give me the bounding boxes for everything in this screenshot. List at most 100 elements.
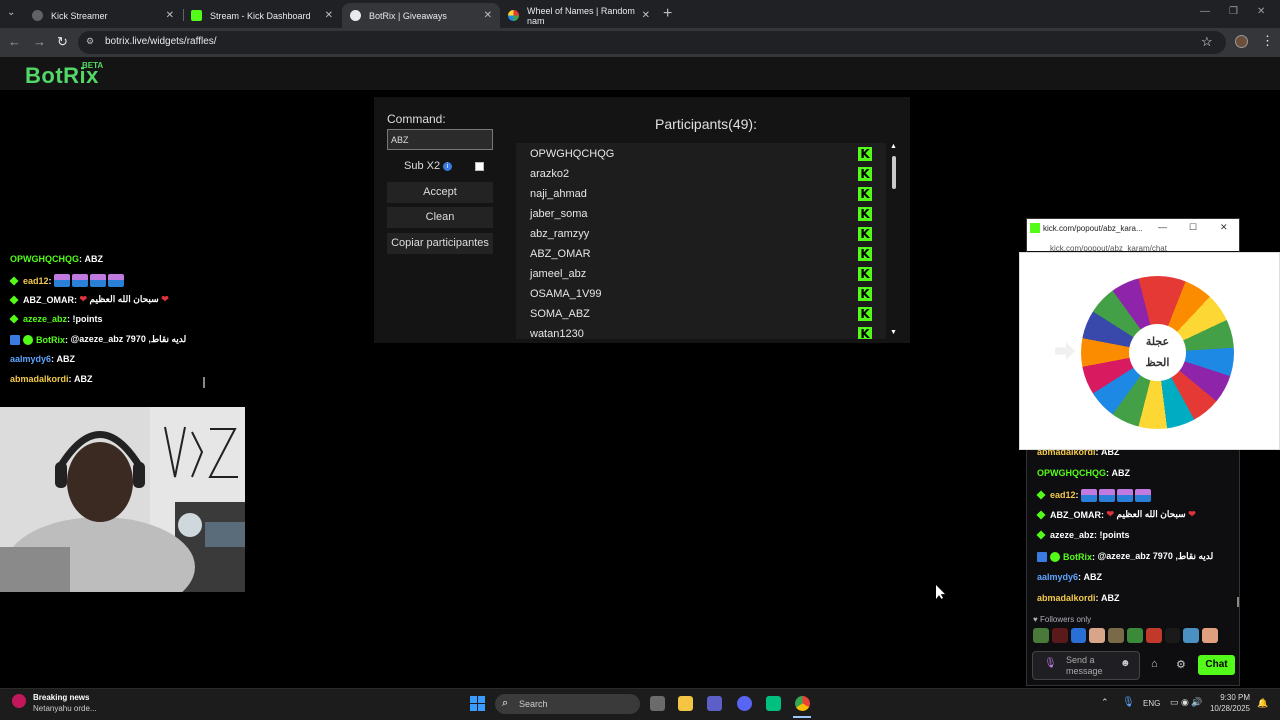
sub-x2-checkbox[interactable]	[475, 162, 484, 171]
emote[interactable]	[1033, 628, 1049, 643]
command-label: Command:	[387, 112, 446, 126]
info-icon[interactable]: i	[443, 162, 452, 171]
notification-bell-icon[interactable]: 🔔	[1257, 698, 1268, 709]
task-view-icon[interactable]	[650, 696, 665, 711]
chat-username[interactable]: ead12	[1050, 490, 1076, 500]
gear-icon[interactable]: ⚙	[1176, 658, 1186, 671]
news-headline[interactable]: Breaking news	[33, 693, 89, 702]
wheel-center[interactable]	[1129, 324, 1186, 381]
copy-participants-button[interactable]: Copiar participantes	[387, 233, 493, 254]
new-tab-plus-icon[interactable]: +	[663, 5, 672, 23]
scrollbar-thumb[interactable]	[892, 156, 896, 189]
emote[interactable]	[1089, 628, 1106, 643]
emote[interactable]	[1202, 628, 1218, 643]
window-close-icon[interactable]: ✕	[1257, 6, 1265, 17]
back-arrow-icon[interactable]: ←	[8, 34, 21, 49]
clock-date[interactable]: 10/28/2025	[1206, 704, 1250, 713]
chat-username[interactable]: ead12	[23, 276, 49, 286]
language-indicator[interactable]: ENG	[1143, 699, 1160, 708]
participant-row[interactable]: naji_ahmad K	[516, 184, 886, 204]
kebab-menu-icon[interactable]: ⋮	[1261, 33, 1274, 49]
accept-button[interactable]: Accept	[387, 182, 493, 203]
participant-row[interactable]: ABZ_OMAR K	[516, 244, 886, 264]
participant-row[interactable]: OPWGHQCHQG K	[516, 144, 886, 164]
microphone-icon[interactable]: 🎙	[1044, 658, 1057, 669]
tab-botrix-giveaways[interactable]: BotRix | Giveaways ✕	[342, 3, 500, 28]
chat-username[interactable]: aalmydy6	[1037, 572, 1078, 582]
windows-start-icon[interactable]	[470, 696, 485, 711]
emote[interactable]	[1126, 628, 1143, 643]
participant-row[interactable]: watan1230 K	[516, 324, 886, 339]
close-icon[interactable]: ✕	[166, 10, 174, 21]
emote[interactable]	[1145, 628, 1162, 643]
news-widget-icon[interactable]	[12, 694, 26, 708]
close-icon[interactable]: ✕	[484, 10, 492, 21]
window-close-icon[interactable]: ✕	[1220, 222, 1228, 233]
emote[interactable]	[1164, 628, 1181, 643]
emote-bar[interactable]	[1033, 628, 1218, 646]
clock-time[interactable]: 9:30 PM	[1220, 693, 1250, 702]
chat-username[interactable]: OPWGHQCHQG	[1037, 468, 1106, 478]
teams-icon[interactable]	[707, 696, 722, 711]
url-text[interactable]: botrix.live/widgets/raffles/	[105, 36, 217, 47]
microphone-icon[interactable]: 🎙	[1122, 697, 1135, 708]
popout-scrollbar[interactable]	[1237, 597, 1239, 607]
clean-button[interactable]: Clean	[387, 207, 493, 228]
news-subtitle[interactable]: Netanyahu orde...	[33, 704, 97, 713]
emote[interactable]	[1070, 628, 1087, 643]
participants-list[interactable]: OPWGHQCHQG K arazko2 K naji_ahmad K jaber_s…	[516, 143, 886, 339]
tab-kick-streamer[interactable]: Kick Streamer ✕	[24, 3, 182, 28]
minimize-icon[interactable]: —	[1158, 222, 1167, 232]
profile-avatar[interactable]	[1235, 35, 1248, 48]
chat-username[interactable]: abmadalkordi	[10, 374, 69, 384]
close-icon[interactable]: ✕	[642, 10, 650, 21]
chat-username[interactable]: BotRix	[1063, 552, 1092, 562]
taskbar-search[interactable]	[495, 694, 640, 714]
participant-row[interactable]: abz_ramzyy K	[516, 224, 886, 244]
emoji-icon[interactable]: ☻	[1120, 658, 1131, 669]
chrome-icon[interactable]	[795, 696, 810, 711]
close-icon[interactable]: ✕	[325, 10, 333, 21]
tray-overflow-chevron-icon[interactable]: ⌃	[1101, 697, 1109, 708]
chat-username[interactable]: abmadalkordi	[1037, 593, 1096, 603]
emote[interactable]	[1108, 628, 1124, 643]
chat-username[interactable]: aalmydy6	[10, 354, 51, 364]
maximize-icon[interactable]: ☐	[1189, 222, 1197, 233]
obs-app-icon[interactable]	[766, 696, 781, 711]
overlay-chat-scrollbar[interactable]	[203, 377, 205, 388]
chat-username[interactable]: OPWGHQCHQG	[10, 254, 79, 264]
emote[interactable]	[1051, 628, 1068, 643]
participant-row[interactable]: arazko2 K	[516, 164, 886, 184]
discord-icon[interactable]	[737, 696, 752, 711]
participants-scrollbar[interactable]: ▲ ▼	[889, 143, 898, 339]
chat-username[interactable]: azeze_abz	[23, 314, 67, 324]
chat-username[interactable]: azeze_abz	[1050, 530, 1094, 540]
emote[interactable]	[1183, 628, 1200, 643]
tab-kick-dashboard[interactable]: Stream - Kick Dashboard ✕	[183, 3, 341, 28]
gift-icon[interactable]: ⌂	[1151, 658, 1158, 670]
chat-username[interactable]: ABZ_OMAR	[1050, 510, 1101, 520]
network-volume-icons[interactable]: ▭ ◉ 🔊	[1170, 697, 1203, 708]
reload-icon[interactable]: ↻	[57, 34, 68, 50]
scroll-up-icon[interactable]: ▲	[890, 143, 897, 150]
scroll-down-icon[interactable]: ▼	[890, 329, 897, 336]
participant-row[interactable]: jaber_soma K	[516, 204, 886, 224]
minimize-icon[interactable]: —	[1200, 6, 1210, 17]
tab-wheel-of-names[interactable]: Wheel of Names | Random nam ✕	[500, 3, 658, 28]
chat-username[interactable]: ABZ_OMAR	[23, 295, 74, 305]
maximize-icon[interactable]: ❐	[1229, 6, 1238, 17]
chat-username[interactable]: BotRix	[36, 335, 65, 345]
site-info-icon[interactable]: ⚙	[86, 36, 94, 47]
address-bar[interactable]: ⚙	[78, 31, 1226, 54]
star-icon[interactable]: ☆	[1201, 34, 1213, 50]
forward-arrow-icon[interactable]: →	[33, 34, 46, 49]
participant-row[interactable]: SOMA_ABZ K	[516, 304, 886, 324]
chat-send-button[interactable]: Chat	[1198, 655, 1235, 675]
tab-list-chevron-icon[interactable]: ⌄	[7, 7, 15, 18]
participant-row[interactable]: OSAMA_1V99 K	[516, 284, 886, 304]
kick-icon: K	[858, 287, 872, 301]
chat-text: !points	[1099, 530, 1130, 541]
command-input[interactable]	[387, 129, 493, 150]
file-explorer-icon[interactable]	[678, 696, 693, 711]
participant-row[interactable]: jameel_abz K	[516, 264, 886, 284]
